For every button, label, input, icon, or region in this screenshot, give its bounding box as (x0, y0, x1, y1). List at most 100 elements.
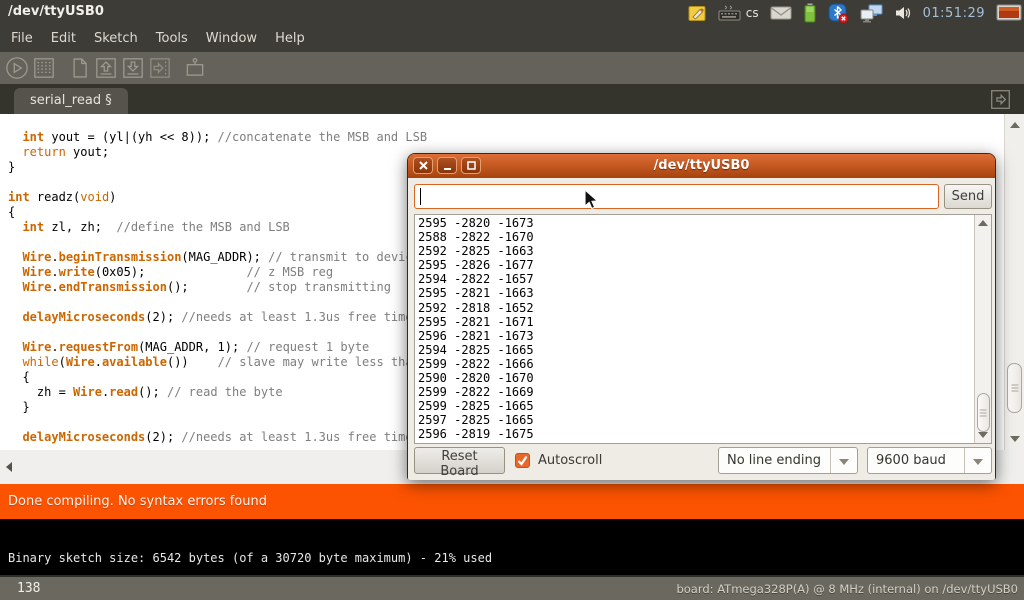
code-line: zh = Wire.read(); // read the byte (8, 385, 427, 400)
keyboard-layout-icon[interactable] (718, 3, 742, 23)
tab-menu-button[interactable] (989, 88, 1012, 111)
code-line (8, 415, 427, 430)
code-line (8, 175, 427, 190)
code-line: } (8, 400, 427, 415)
chevron-down-icon (973, 459, 983, 465)
editor-scrollbar-thumb[interactable] (1007, 363, 1022, 413)
serial-line: 2595 -2821 -1663 (418, 286, 534, 300)
code-line (8, 295, 427, 310)
serial-monitor-body: Send 2595 -2820 -16732588 -2822 -1670259… (408, 178, 995, 480)
serial-line: 2595 -2820 -1673 (418, 216, 534, 230)
ide-statusbar: 138 board: ATmega328P(A) @ 8 MHz (intern… (0, 575, 1024, 600)
build-console-text: Binary sketch size: 6542 bytes (of a 307… (8, 551, 492, 565)
code-line: { (8, 370, 427, 385)
window-titlebar: /dev/ttyUSB0 cs (0, 0, 1024, 26)
serial-line: 2594 -2825 -1665 (418, 343, 534, 357)
serial-output-text: 2595 -2820 -16732588 -2822 -1670 2592 -28… (418, 216, 534, 442)
serial-line: 2595 -2826 -1677 (418, 258, 534, 272)
serial-monitor-title: /dev/ttyUSB0 (408, 158, 995, 173)
menu-sketch[interactable]: Sketch (85, 26, 147, 52)
baud-rate-value: 9600 baud (876, 453, 946, 468)
menu-tools[interactable]: Tools (147, 26, 197, 52)
autoscroll-checkbox[interactable] (515, 453, 530, 468)
note-icon[interactable] (687, 3, 707, 23)
serial-line: 2594 -2822 -1657 (418, 272, 534, 286)
send-button[interactable]: Send (944, 184, 992, 209)
mail-icon[interactable] (770, 5, 792, 21)
battery-icon[interactable] (803, 3, 817, 23)
serial-line: 2596 -2821 -1673 (418, 329, 534, 343)
build-console: Binary sketch size: 6542 bytes (of a 307… (0, 519, 1024, 575)
scrollbar-grip (1011, 385, 1018, 392)
serial-line: 2595 -2821 -1671 (418, 315, 534, 329)
code-line: { (8, 205, 427, 220)
serial-line: 2599 -2825 -1665 (418, 399, 534, 413)
code-line: Wire.write(0x05); // z MSB reg (8, 265, 427, 280)
compile-status-bar: Done compiling. No syntax errors found (0, 484, 1024, 519)
menubar: FileEditSketchToolsWindowHelp (0, 26, 1024, 52)
line-ending-value: No line ending (727, 453, 821, 468)
serial-line: 2597 -2825 -1665 (418, 413, 534, 427)
serial-line: 2596 -2819 -1675 (418, 427, 534, 441)
chevron-down-icon (839, 459, 849, 465)
scrollbar-grip (980, 409, 987, 416)
serial-line: 2588 -2822 -1670 (418, 230, 534, 244)
line-ending-select[interactable]: No line ending (718, 447, 858, 474)
toolbar (0, 52, 1024, 84)
network-icon[interactable] (860, 4, 883, 23)
menu-edit[interactable]: Edit (42, 26, 85, 52)
scroll-left-icon[interactable] (6, 462, 12, 472)
stop-button[interactable] (32, 56, 56, 80)
autoscroll-label: Autoscroll (538, 453, 602, 468)
serial-output[interactable]: 2595 -2820 -16732588 -2822 -1670 2592 -28… (414, 214, 992, 444)
arduino-ide-screen: /dev/ttyUSB0 cs (0, 0, 1024, 600)
serial-line: 2599 -2822 -1669 (418, 385, 534, 399)
baud-rate-select[interactable]: 9600 baud (867, 447, 992, 474)
code-line: Wire.endTransmission(); // stop transmit… (8, 280, 427, 295)
keyboard-layout-label[interactable]: cs (746, 6, 759, 20)
volume-icon[interactable] (894, 4, 912, 22)
serial-monitor-button[interactable] (183, 56, 207, 80)
code-line: while(Wire.available()) // slave may wri… (8, 355, 427, 370)
save-sketch-button[interactable] (121, 56, 145, 80)
mouse-cursor (584, 189, 599, 210)
serial-monitor-titlebar[interactable]: /dev/ttyUSB0 (408, 154, 995, 178)
session-menu-icon[interactable] (996, 3, 1022, 23)
verify-button[interactable] (5, 56, 29, 80)
line-number: 138 (17, 581, 40, 596)
scroll-up-icon[interactable] (1010, 122, 1020, 128)
menu-window[interactable]: Window (197, 26, 266, 52)
upload-button[interactable] (148, 56, 172, 80)
window-title: /dev/ttyUSB0 (8, 4, 104, 19)
new-sketch-button[interactable] (67, 56, 91, 80)
menu-help[interactable]: Help (266, 26, 314, 52)
code-line: int zl, zh; //define the MSB and LSB (8, 220, 427, 235)
menu-file[interactable]: File (2, 26, 42, 52)
serial-monitor-controls: Reset Board Autoscroll No line ending 96… (414, 447, 992, 474)
dropdown-arrow-box[interactable] (964, 448, 991, 473)
serial-input[interactable] (414, 184, 939, 209)
tabbar: serial_read § (0, 84, 1024, 114)
bluetooth-offline-icon[interactable] (828, 3, 849, 24)
code-line: delayMicroseconds(2); //needs at least 1… (8, 310, 427, 325)
serial-line: 2590 -2820 -1670 (418, 371, 534, 385)
tab-serial-read[interactable]: serial_read § (14, 88, 128, 114)
serial-line: 2592 -2818 -1652 (418, 301, 534, 315)
serial-output-scrollbar[interactable] (974, 215, 991, 443)
scroll-down-icon[interactable] (1010, 436, 1020, 442)
dropdown-arrow-box[interactable] (830, 448, 857, 473)
serial-monitor-window: /dev/ttyUSB0 Send 2595 -2820 -16732588 -… (407, 153, 996, 480)
board-info: board: ATmega328P(A) @ 8 MHz (internal) … (676, 582, 1018, 596)
clock[interactable]: 01:51:29 (923, 6, 985, 21)
reset-board-button[interactable]: Reset Board (414, 447, 505, 474)
code-line: int yout = (yl|(yh << 8)); //concatenate… (8, 130, 427, 145)
scroll-up-icon[interactable] (978, 220, 988, 226)
code-line: delayMicroseconds(2); //needs at least 1… (8, 430, 427, 445)
serial-scrollbar-thumb[interactable] (977, 393, 990, 432)
system-tray: cs (687, 0, 1022, 26)
open-sketch-button[interactable] (94, 56, 118, 80)
text-caret (420, 188, 421, 205)
code-line (8, 235, 427, 250)
scroll-down-icon[interactable] (978, 432, 988, 438)
editor-vertical-scrollbar[interactable] (1004, 114, 1024, 450)
